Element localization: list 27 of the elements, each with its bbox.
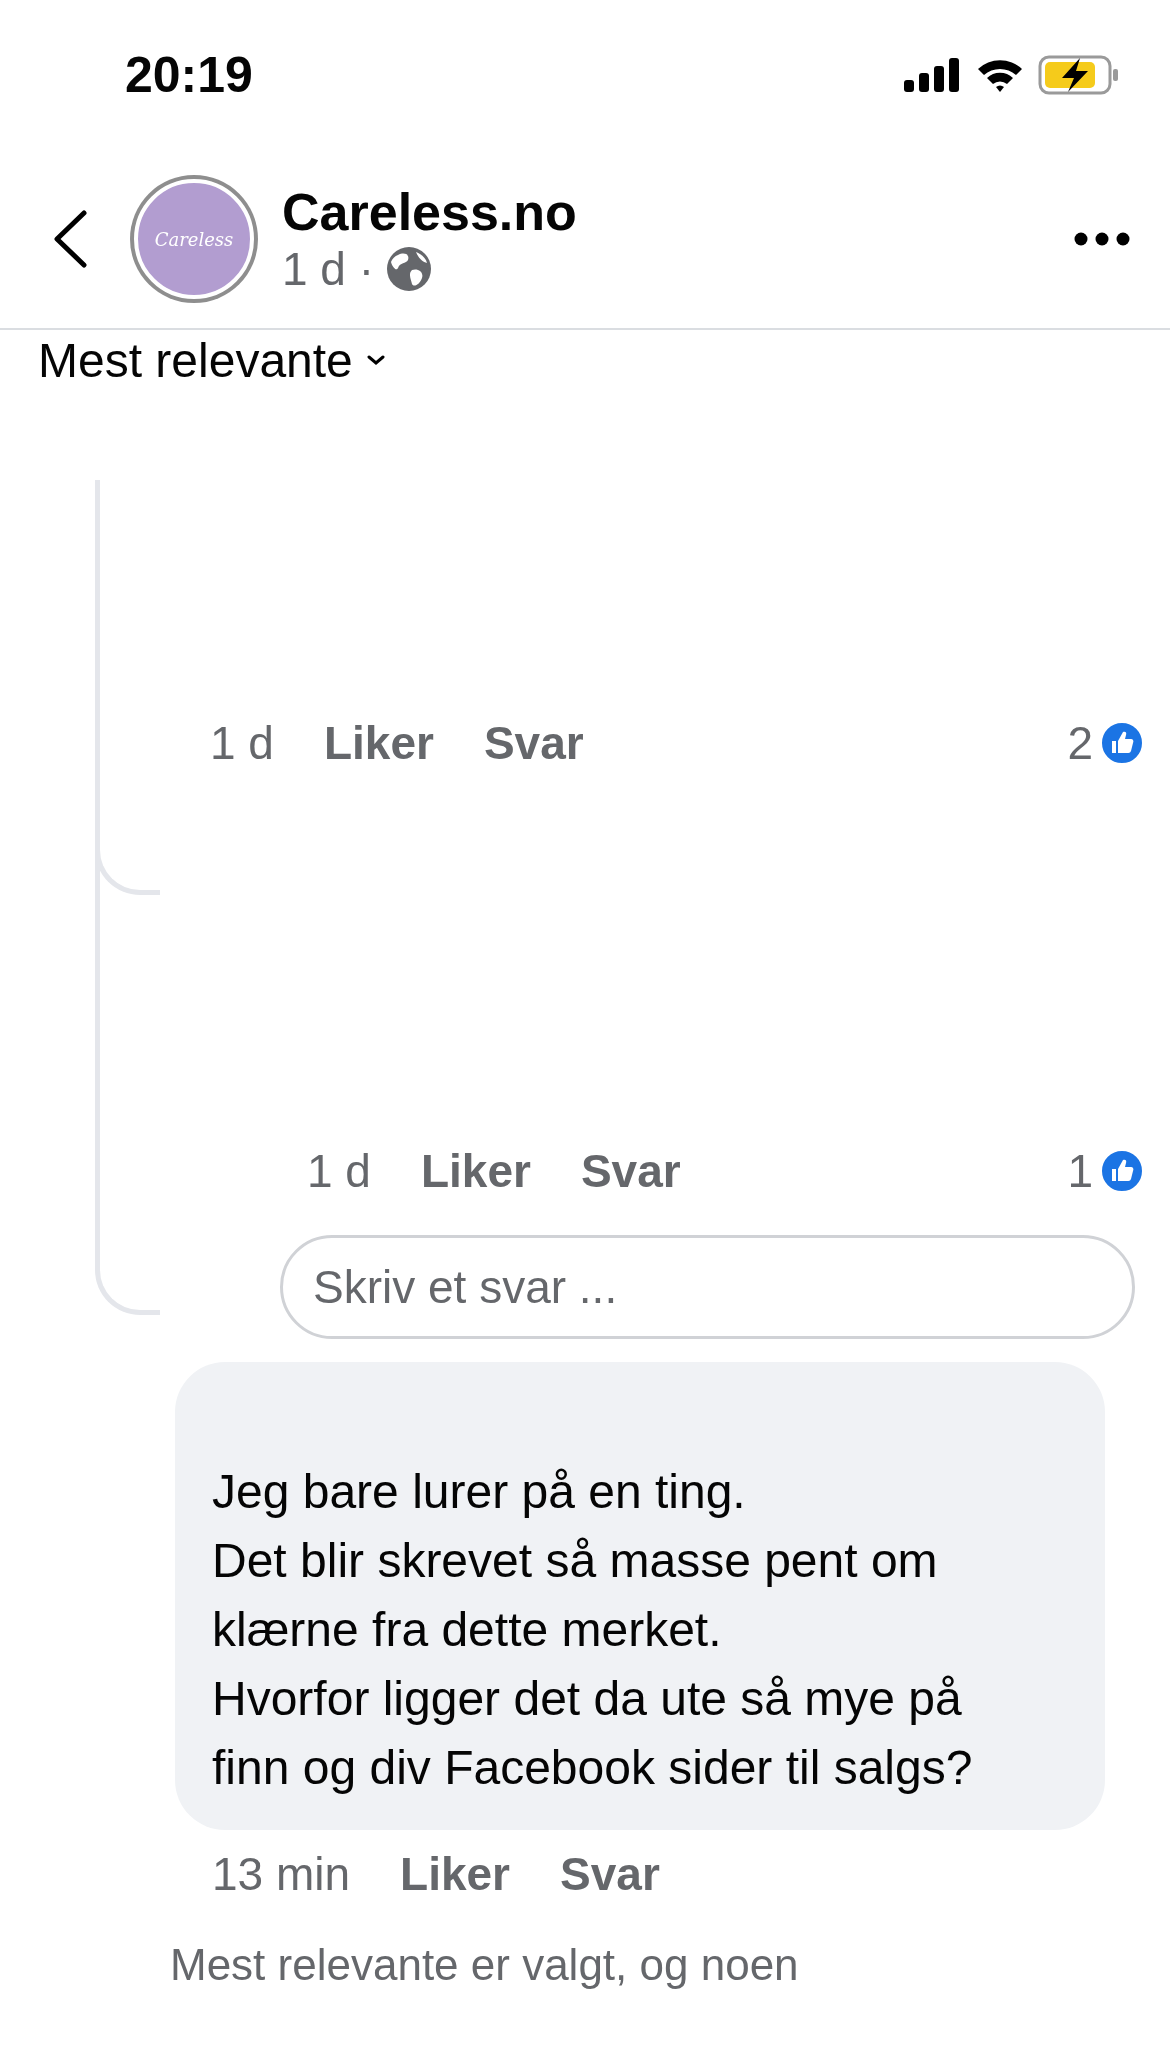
comment-text: Jeg bare lurer på en ting. Det blir skrevet så masse pent om klærne fra dette merket. Hvorfor ligger det da ute så mye på finn og div Facebook sider til salgs? xyxy=(212,1464,974,1796)
globe-icon xyxy=(386,246,433,292)
signal-icon xyxy=(904,58,962,92)
back-icon[interactable] xyxy=(52,210,88,268)
reply-field[interactable]: Skriv et svar ... xyxy=(280,1235,1135,1339)
post-time: 1 d · xyxy=(282,242,375,296)
reaction-count: 2 xyxy=(1067,716,1093,770)
like-reaction-icon xyxy=(1099,1148,1145,1194)
like-link[interactable]: Liker xyxy=(420,1144,531,1198)
page-title[interactable]: Careless.no xyxy=(282,182,1074,242)
like-reaction-icon xyxy=(1099,720,1145,766)
reply-link[interactable]: Svar xyxy=(560,1847,660,1901)
more-icon[interactable] xyxy=(1074,232,1130,246)
filter-note: Mest relevante er valgt, og noen xyxy=(170,1940,800,1990)
like-link[interactable]: Liker xyxy=(400,1847,511,1901)
sort-label[interactable]: Mest relevante xyxy=(38,332,353,388)
reaction-count: 1 xyxy=(1067,1144,1093,1198)
reply-time: 1 d xyxy=(307,1144,371,1198)
comment-time: 13 min xyxy=(212,1847,351,1901)
battery-icon xyxy=(1038,55,1120,95)
chevron-down-icon[interactable] xyxy=(366,355,385,365)
reply-link[interactable]: Svar xyxy=(483,716,584,770)
status-time: 20:19 xyxy=(125,46,253,104)
reply-time: 1 d xyxy=(210,716,274,770)
reply-link[interactable]: Svar xyxy=(580,1144,681,1198)
wifi-icon xyxy=(976,57,1024,93)
like-link[interactable]: Liker xyxy=(323,716,434,770)
